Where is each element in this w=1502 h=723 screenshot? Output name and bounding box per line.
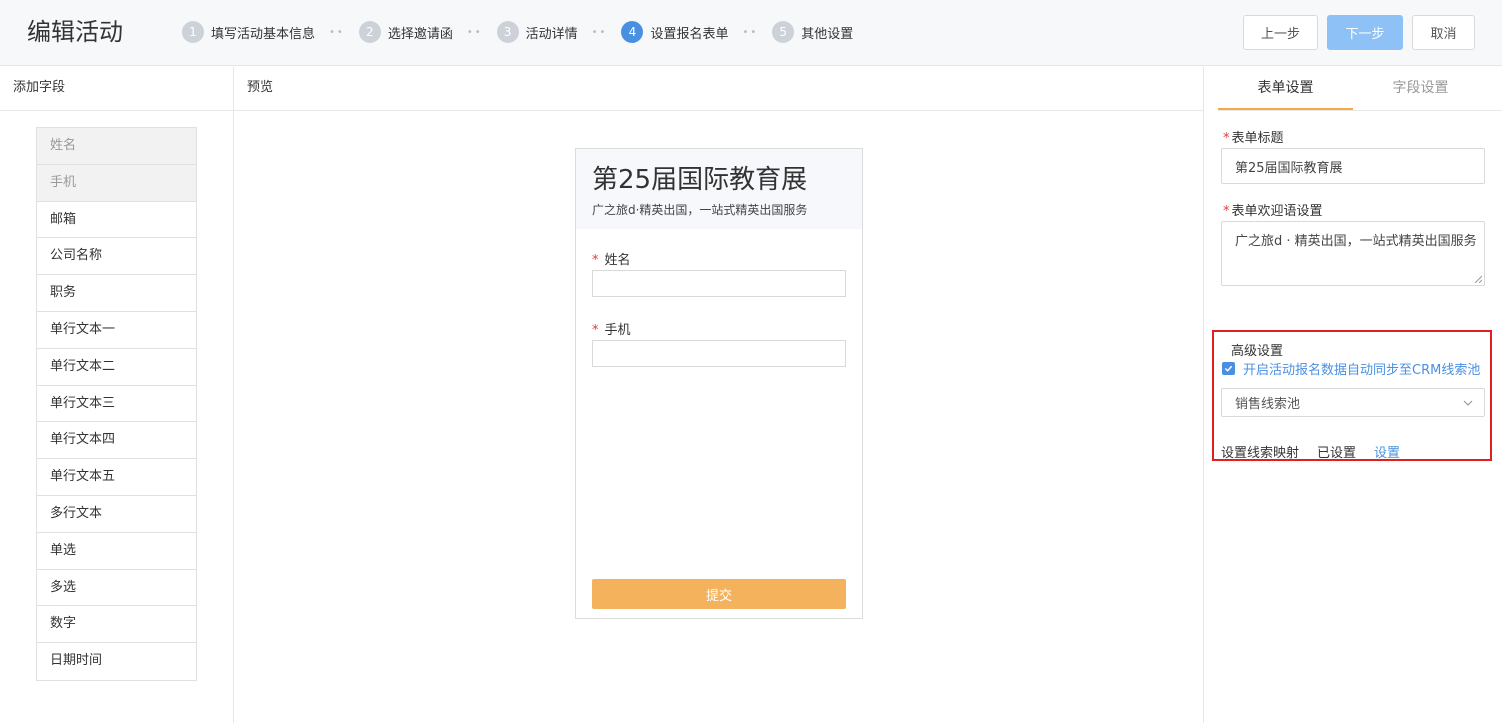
step-label: 活动详情: [525, 26, 578, 42]
step-indicator: 1 填写活动基本信息 •• 2 选择邀请函 •• 3 活动详情 •• 4 设置报…: [182, 21, 853, 43]
field-item-position[interactable]: 职务: [37, 275, 196, 312]
lead-mapping-status: 已设置: [1317, 446, 1357, 461]
lead-mapping-link[interactable]: 设置: [1374, 442, 1400, 461]
preview-title: 预览: [234, 67, 1203, 111]
field-item-name[interactable]: 姓名: [37, 128, 196, 165]
resize-grip-icon[interactable]: [1474, 275, 1482, 283]
advanced-settings-title: 高级设置: [1231, 344, 1284, 359]
form-title-label: * 表单标题: [1223, 127, 1284, 146]
step-4[interactable]: 4 设置报名表单: [621, 21, 728, 43]
field-item-datetime[interactable]: 日期时间: [37, 643, 196, 680]
field-item-text-4[interactable]: 单行文本四: [37, 422, 196, 460]
field-item-multi-choice[interactable]: 多选: [37, 569, 196, 607]
settings-tabs: 表单设置 字段设置: [1218, 67, 1502, 111]
field-item-text-2[interactable]: 单行文本二: [37, 348, 196, 386]
field-item-phone[interactable]: 手机: [37, 164, 196, 202]
crm-sync-checkbox[interactable]: [1222, 362, 1235, 375]
step-number: 4: [621, 21, 644, 43]
required-mark: *: [1223, 131, 1230, 146]
step-separator: ••: [742, 26, 759, 38]
step-separator: ••: [591, 26, 608, 38]
welcome-textarea[interactable]: 广之旅d · 精英出国，一站式精英出国服务: [1221, 221, 1485, 286]
cancel-button[interactable]: 取消: [1412, 15, 1475, 50]
lead-pool-value: 销售线索池: [1235, 397, 1301, 412]
lead-mapping-row: 设置线索映射 已设置 设置: [1221, 442, 1400, 461]
preview-field-label: * 手机: [592, 319, 631, 338]
header: 编辑活动 1 填写活动基本信息 •• 2 选择邀请函 •• 3 活动详情 •• …: [0, 0, 1502, 66]
preview-field-name: 手机: [604, 323, 631, 338]
field-item-email[interactable]: 邮箱: [37, 201, 196, 239]
field-list: 姓名 手机 邮箱 公司名称 职务 单行文本一 单行文本二 单行文本三 单行文本四…: [36, 127, 197, 681]
prev-step-button[interactable]: 上一步: [1243, 15, 1318, 50]
step-number: 5: [772, 21, 795, 43]
crm-sync-option[interactable]: 开启活动报名数据自动同步至CRM线索池: [1222, 359, 1480, 378]
step-label: 填写活动基本信息: [211, 26, 316, 42]
step-separator: ••: [329, 26, 345, 38]
submit-button[interactable]: 提交: [592, 579, 846, 609]
preview-name-input[interactable]: [592, 270, 846, 297]
field-item-text-5[interactable]: 单行文本五: [37, 459, 196, 496]
step-number: 1: [182, 21, 204, 43]
step-2[interactable]: 2 选择邀请函: [358, 21, 453, 43]
preview-field-name: 姓名: [604, 253, 631, 268]
form-welcome: 广之旅d·精英出国，一站式精英出国服务: [592, 203, 808, 217]
page-title: 编辑活动: [27, 18, 123, 46]
lead-pool-select[interactable]: 销售线索池: [1221, 388, 1485, 417]
step-number: 3: [496, 21, 519, 43]
form-preview: 第25届国际教育展 广之旅d·精英出国，一站式精英出国服务 * 姓名 * 手机 提交: [575, 148, 863, 619]
tab-field-settings[interactable]: 字段设置: [1353, 67, 1488, 110]
check-icon: [1224, 365, 1233, 372]
step-label: 选择邀请函: [387, 26, 453, 42]
step-label: 其他设置: [801, 26, 854, 42]
advanced-settings: 高级设置 开启活动报名数据自动同步至CRM线索池 销售线索池 设置线索映射 已设…: [1212, 330, 1492, 461]
step-separator: ••: [466, 26, 483, 38]
preview-field-label: * 姓名: [592, 249, 631, 268]
form-title: 第25届国际教育展: [592, 165, 808, 195]
preview-phone-input[interactable]: [592, 340, 846, 367]
field-item-text-3[interactable]: 单行文本三: [37, 385, 196, 423]
required-mark: *: [592, 253, 599, 268]
settings-panel: 表单设置 字段设置 * 表单标题 第25届国际教育展 * 表单欢迎语设置 广之旅d …: [1205, 67, 1502, 723]
required-mark: *: [1223, 204, 1230, 219]
step-3[interactable]: 3 活动详情: [496, 21, 578, 43]
form-banner: 第25届国际教育展 广之旅d·精英出国，一站式精英出国服务: [576, 149, 862, 229]
step-1[interactable]: 1 填写活动基本信息: [182, 21, 315, 43]
preview-panel: 预览 第25届国际教育展 广之旅d·精英出国，一站式精英出国服务 * 姓名 * 手机…: [234, 67, 1204, 723]
lead-mapping-label: 设置线索映射: [1221, 446, 1300, 461]
field-item-number[interactable]: 数字: [37, 606, 196, 644]
chevron-down-icon: [1463, 400, 1473, 406]
field-item-multiline[interactable]: 多行文本: [37, 495, 196, 533]
welcome-label: * 表单欢迎语设置: [1223, 200, 1323, 219]
form-title-input[interactable]: 第25届国际教育展: [1221, 148, 1485, 184]
add-field-panel: 添加字段 姓名 手机 邮箱 公司名称 职务 单行文本一 单行文本二 单行文本三 …: [0, 67, 234, 723]
field-item-single-choice[interactable]: 单选: [37, 532, 196, 570]
next-step-button[interactable]: 下一步: [1327, 15, 1403, 50]
step-label: 设置报名表单: [650, 26, 729, 42]
welcome-text: 广之旅d · 精英出国，一站式精英出国服务: [1235, 234, 1477, 249]
step-number: 2: [358, 21, 381, 43]
required-mark: *: [592, 323, 599, 338]
add-field-title: 添加字段: [0, 67, 233, 111]
field-item-company[interactable]: 公司名称: [37, 238, 196, 276]
step-5[interactable]: 5 其他设置: [772, 21, 853, 43]
tab-form-settings[interactable]: 表单设置: [1218, 67, 1353, 110]
field-item-text-1[interactable]: 单行文本一: [37, 311, 196, 349]
welcome-label-text: 表单欢迎语设置: [1231, 204, 1323, 219]
form-title-label-text: 表单标题: [1231, 131, 1284, 146]
crm-sync-label[interactable]: 开启活动报名数据自动同步至CRM线索池: [1243, 359, 1480, 378]
